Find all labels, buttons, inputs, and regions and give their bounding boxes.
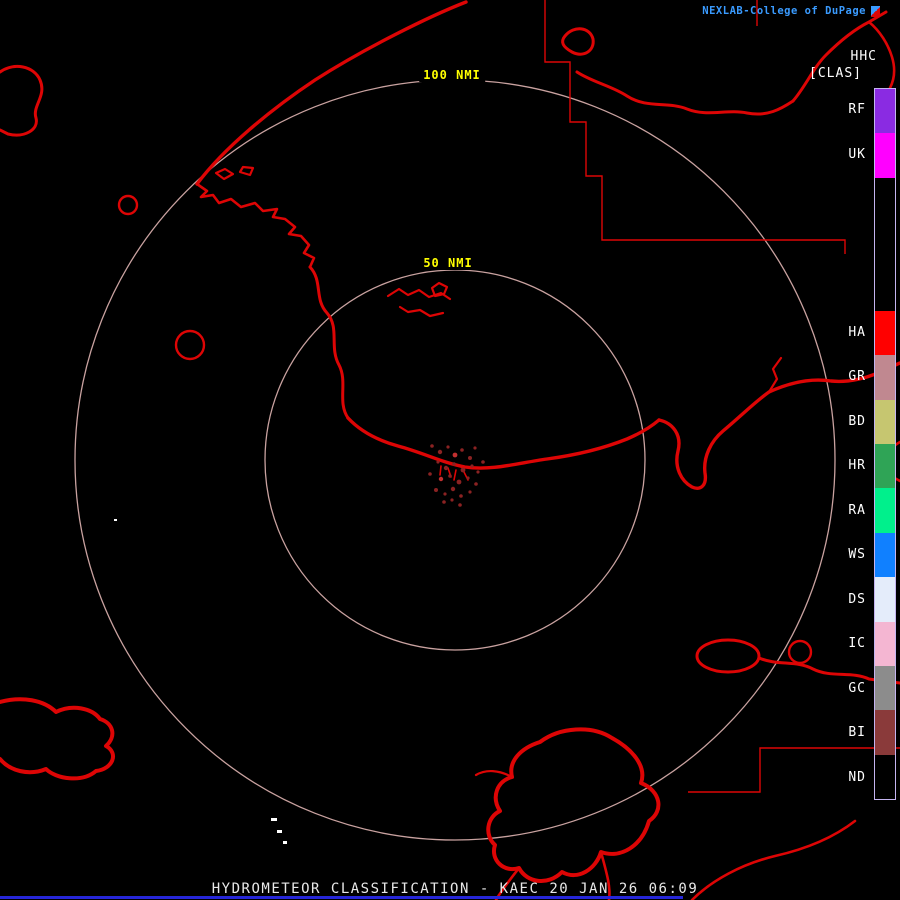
coastline-path [0,697,115,781]
legend-seg-bd [875,399,895,444]
island-path [561,27,595,56]
legend-seg-ds [875,577,895,622]
brand: NEXLAB-College of DuPage [702,5,880,17]
legend-seg-gr [875,355,895,400]
coastline-path [474,770,514,779]
peninsula-path [657,390,771,490]
ring-label-100nmi: 100 NMI [419,68,485,82]
range-rings-group [74,79,836,841]
map-canvas [0,0,900,900]
coastline-path [575,70,795,116]
cod-logo-icon [871,5,880,17]
small-circle-feature [174,329,206,361]
white-specks-group [114,519,287,844]
small-circle-feature [787,639,813,665]
legend-seg-ha [875,310,895,356]
legend-seg-ra [875,488,895,533]
legend-seg-ic [875,621,895,666]
footer-caption: HYDROMETEOR CLASSIFICATION - KAEC 20 JAN… [211,881,699,897]
radar-echoes-group [428,444,485,507]
coastline-path [308,265,350,420]
county-boundary [544,0,846,254]
island-path [430,281,449,298]
legend-seg-hr [875,444,895,489]
product-mode: [CLAS] [809,66,862,81]
island-path [695,638,761,674]
range-ring-50nmi [264,269,646,651]
legend-seg-uk [875,133,895,178]
legend-bar [874,88,896,800]
island-path [214,167,235,181]
legend-seg-gc [875,665,895,711]
coastline-path [195,182,316,269]
ring-label-50nmi: 50 NMI [419,256,477,270]
brand-text: NEXLAB-College of DuPage [702,5,866,17]
legend-seg-ws [875,532,895,578]
legend-seg-bi [875,710,895,755]
product-code: HHC [850,49,877,64]
island-path [486,727,661,883]
island-chain-path [398,305,445,318]
legend-seg-nd [875,754,895,799]
bottom-blue-bar [0,896,683,899]
coastline-path [195,0,468,186]
coastlines-group [0,0,900,900]
coastline-path [690,819,857,900]
county-boundary [688,747,900,793]
legend-seg-rf [875,89,895,134]
legend-seg-gap [875,177,895,311]
coastline-path [346,416,661,470]
island-path [0,64,44,137]
island-path [238,165,255,177]
range-ring-100nmi [74,79,836,841]
small-circle-feature [117,194,139,216]
radar-display: 100 NMI 50 NMI NEXLAB-College of DuPage … [0,0,900,900]
